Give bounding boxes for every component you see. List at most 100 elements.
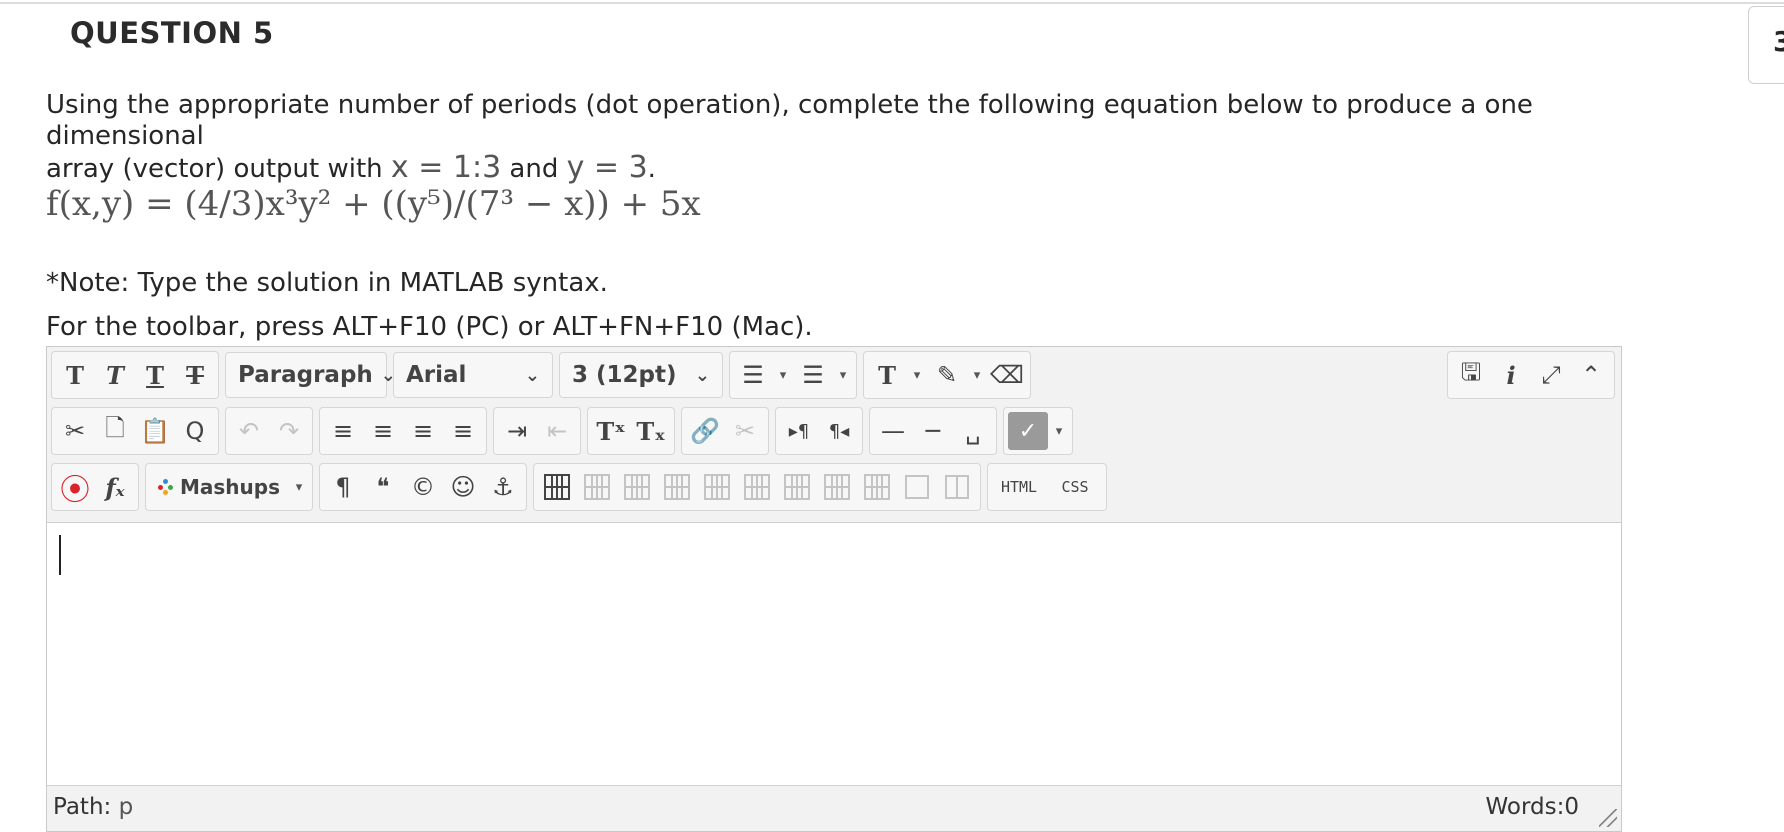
italic-button[interactable]: T	[96, 355, 134, 395]
align-justify-button[interactable]: ≡	[444, 411, 482, 451]
line-icon: ─	[925, 417, 941, 445]
redo-icon: ↷	[278, 417, 300, 445]
subscript-button[interactable]: Tₓ	[632, 411, 670, 451]
font-family-select[interactable]: Arial ⌄	[393, 352, 553, 398]
pilcrow-icon: ¶	[335, 473, 351, 501]
mashups-icon	[158, 479, 174, 495]
merge-cells-button[interactable]	[898, 467, 936, 507]
cell-props-button[interactable]	[858, 467, 896, 507]
row-before-button[interactable]	[618, 467, 656, 507]
html-button[interactable]: HTML	[992, 467, 1046, 507]
outdent-button[interactable]: ⇤	[538, 411, 576, 451]
caret-down-icon: ▾	[913, 367, 921, 383]
indent-button[interactable]: ⇥	[498, 411, 536, 451]
emoticon-button[interactable]: ☺	[444, 467, 482, 507]
delete-row-button[interactable]	[698, 467, 736, 507]
add-content-button[interactable]: ⦿	[56, 467, 94, 508]
text-color-dropdown[interactable]: ▾	[908, 355, 926, 395]
superscript-button[interactable]: Tˣ	[592, 411, 630, 451]
unlink-button[interactable]: ✂	[726, 411, 764, 451]
bullet-list-button[interactable]: ☰	[734, 355, 772, 395]
col-before-button[interactable]	[738, 467, 776, 507]
rtl-button[interactable]: ¶◂	[820, 411, 858, 451]
editor-status-bar: Path: p Words:0	[47, 785, 1621, 831]
font-size-select[interactable]: 3 (12pt) ⌄	[559, 352, 723, 398]
cut-button[interactable]: ✂	[56, 411, 94, 451]
toolbar-row-1: T T T T Paragraph ⌄ Arial ⌄ 3 (12pt) ⌄ ☰ ▾ …	[51, 351, 1031, 399]
numbered-list-button[interactable]: ☰	[794, 355, 832, 395]
special-char-button[interactable]: ©	[404, 467, 442, 507]
redo-button[interactable]: ↷	[270, 411, 308, 451]
mashups-dropdown[interactable]: ▾	[290, 467, 308, 507]
delete-col-button[interactable]	[818, 467, 856, 507]
row-after-button[interactable]	[658, 467, 696, 507]
css-button[interactable]: CSS	[1048, 467, 1102, 507]
align-left-button[interactable]: ≡	[324, 411, 362, 451]
align-right-button[interactable]: ≡	[404, 411, 442, 451]
caret-down-icon: ▾	[839, 367, 847, 383]
link-group: 🔗 ✂	[681, 407, 769, 455]
spellcheck-button[interactable]: ✓	[1008, 412, 1048, 450]
find-button[interactable]: Q	[176, 411, 214, 451]
align-center-button[interactable]: ≡	[364, 411, 402, 451]
collapse-toolbar-button[interactable]: ⌃	[1572, 355, 1610, 395]
delete-row-icon	[704, 474, 730, 500]
highlight-dropdown[interactable]: ▾	[968, 355, 986, 395]
resize-handle[interactable]	[1599, 809, 1617, 827]
text-color-button[interactable]: T	[868, 355, 906, 395]
blockquote-button[interactable]: ❝	[364, 467, 402, 507]
underline-button[interactable]: T	[136, 355, 174, 395]
preview-button[interactable]: 🖫	[1452, 355, 1490, 395]
equation: f(x,y) = (4/3)x³y² + ((y⁵)/(7³ − x)) + 5…	[46, 184, 701, 224]
quote-icon: ❝	[376, 473, 390, 501]
split-cells-button[interactable]	[938, 467, 976, 507]
info-button[interactable]: i	[1492, 355, 1530, 395]
text-end: .	[647, 154, 656, 184]
text-style-group: T T T T	[51, 351, 219, 399]
delete-col-icon	[824, 474, 850, 500]
show-blocks-button[interactable]: ¶	[324, 467, 362, 507]
bold-button[interactable]: T	[56, 355, 94, 395]
eraser-icon: ⌫	[990, 361, 1024, 389]
bullet-list-dropdown[interactable]: ▾	[774, 355, 792, 395]
numbered-list-dropdown[interactable]: ▾	[834, 355, 852, 395]
spellcheck-dropdown[interactable]: ▾	[1050, 411, 1068, 451]
undo-button[interactable]: ↶	[230, 411, 268, 451]
mashups-button[interactable]: Mashups	[150, 475, 288, 499]
strikethrough-button[interactable]: T	[176, 355, 214, 395]
merge-cells-icon	[905, 475, 929, 499]
path-value[interactable]: p	[119, 794, 134, 820]
copy-button[interactable]: 🗋	[96, 411, 134, 451]
table-props-button[interactable]	[578, 467, 616, 507]
nonbreaking-line-button[interactable]: ─	[914, 411, 952, 451]
col-after-button[interactable]	[778, 467, 816, 507]
nonbreaking-space-button[interactable]: ␣	[954, 411, 992, 451]
points-value: 3	[1773, 25, 1784, 58]
clear-formatting-button[interactable]: ⌫	[988, 355, 1026, 395]
insert-link-button[interactable]: 🔗	[686, 411, 724, 451]
highlight-button[interactable]: ✎	[928, 355, 966, 395]
symbols-group: ¶ ❝ © ☺ ⚓	[319, 463, 527, 511]
rtl-icon: ¶◂	[828, 420, 850, 442]
list-group: ☰ ▾ ☰ ▾	[729, 351, 857, 399]
bullet-list-icon: ☰	[742, 361, 764, 389]
note-text: *Note: Type the solution in MATLAB synta…	[46, 268, 608, 298]
insert-table-button[interactable]	[538, 467, 576, 507]
ltr-button[interactable]: ▸¶	[780, 411, 818, 451]
math-editor-button[interactable]: fₓ	[96, 467, 134, 507]
editor-text-area[interactable]	[47, 523, 1621, 787]
text-color-icon: T	[878, 360, 896, 390]
fullscreen-button[interactable]: ⤢	[1532, 355, 1570, 395]
copyright-icon: ©	[411, 473, 435, 501]
paste-button[interactable]: 📋	[136, 411, 174, 451]
monitor-icon: 🖫	[1460, 357, 1482, 386]
bold-icon: T	[66, 360, 84, 390]
chevron-down-icon: ⌄	[694, 364, 710, 386]
anchor-button[interactable]: ⚓	[484, 467, 522, 507]
paragraph-format-select[interactable]: Paragraph ⌄	[225, 352, 396, 398]
toolbar-help-text: For the toolbar, press ALT+F10 (PC) or A…	[46, 312, 813, 342]
row-before-icon	[624, 474, 650, 500]
horizontal-rule-button[interactable]: —	[874, 411, 912, 451]
search-icon: Q	[185, 417, 205, 445]
spellcheck-icon: ✓	[1018, 418, 1038, 444]
